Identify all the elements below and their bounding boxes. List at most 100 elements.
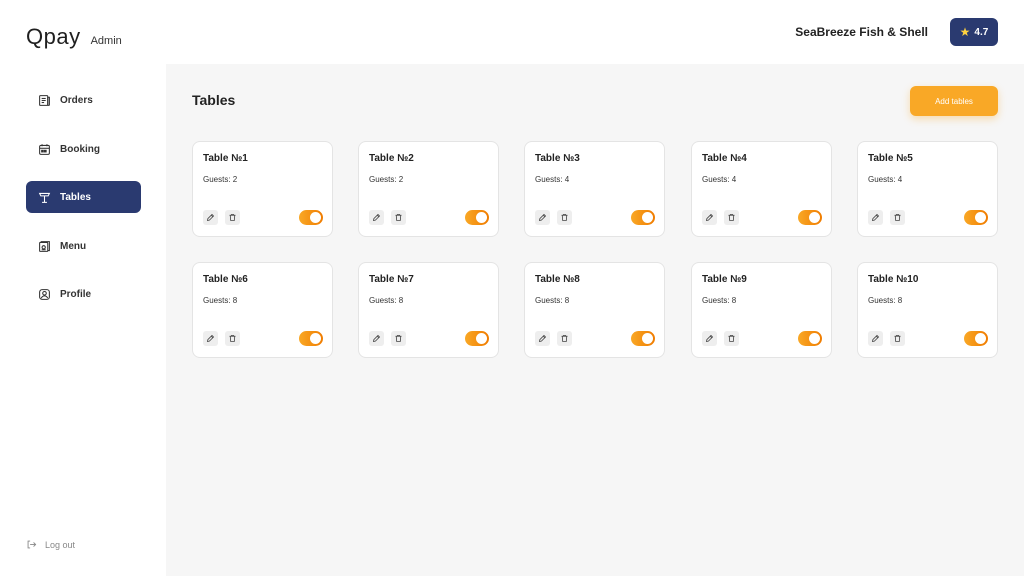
table-name: Table №5 [868,153,913,164]
table-name: Table №2 [369,153,414,164]
edit-button[interactable] [535,331,550,346]
table-toggle[interactable] [465,331,489,346]
rating-value: 4.7 [974,26,989,38]
logout-icon [27,540,37,549]
table-card[interactable]: Table №6 Guests: 8 [192,262,333,358]
trash-icon [561,214,568,221]
delete-button[interactable] [557,331,572,346]
sidebar-item-orders[interactable]: Orders [26,84,141,116]
table-guests: Guests: 8 [868,296,903,305]
delete-button[interactable] [724,210,739,225]
delete-button[interactable] [890,210,905,225]
delete-button[interactable] [391,210,406,225]
toggle-knob [642,212,653,223]
table-toggle[interactable] [465,210,489,225]
table-name: Table №9 [702,274,747,285]
pencil-icon [538,334,547,343]
trash-icon [229,335,236,342]
table-guests: Guests: 8 [203,296,238,305]
sidebar-item-menu[interactable]: Menu [26,230,141,262]
pencil-icon [705,334,714,343]
edit-button[interactable] [702,331,717,346]
table-guests: Guests: 2 [369,175,404,184]
toggle-knob [975,333,986,344]
logout-label: Log out [45,539,76,550]
table-toggle[interactable] [631,331,655,346]
table-card[interactable]: Table №8 Guests: 8 [524,262,665,358]
table-name: Table №10 [868,274,919,285]
trash-icon [395,214,402,221]
table-guests: Guests: 2 [203,175,238,184]
trash-icon [728,214,735,221]
table-guests: Guests: 4 [868,175,903,184]
edit-button[interactable] [203,210,218,225]
delete-button[interactable] [724,331,739,346]
edit-button[interactable] [369,331,384,346]
table-toggle[interactable] [631,210,655,225]
delete-button[interactable] [391,331,406,346]
edit-button[interactable] [203,331,218,346]
sidebar-item-tables[interactable]: Tables [26,181,141,213]
table-name: Table №7 [369,274,414,285]
delete-button[interactable] [225,331,240,346]
delete-button[interactable] [557,210,572,225]
table-name: Table №4 [702,153,747,164]
edit-button[interactable] [868,331,883,346]
add-tables-button[interactable]: Add tables [910,86,998,116]
table-card[interactable]: Table №2 Guests: 2 [358,141,499,237]
restaurant-name: SeaBreeze Fish & Shell [795,25,928,39]
sidebar-item-booking[interactable]: Booking [26,133,141,165]
table-toggle[interactable] [964,331,988,346]
toggle-knob [310,333,321,344]
pencil-icon [206,213,215,222]
table-toggle[interactable] [299,210,323,225]
sidebar: Orders Booking Tables Menu Profile Log o… [0,64,166,576]
edit-button[interactable] [369,210,384,225]
sidebar-item-label: Menu [60,240,87,252]
table-name: Table №8 [535,274,580,285]
table-card[interactable]: Table №4 Guests: 4 [691,141,832,237]
table-toggle[interactable] [299,331,323,346]
table-card[interactable]: Table №1 Guests: 2 [192,141,333,237]
edit-button[interactable] [535,210,550,225]
rating-badge[interactable]: ★ 4.7 [950,18,998,46]
sidebar-item-label: Profile [60,288,92,300]
table-guests: Guests: 8 [702,296,737,305]
table-card[interactable]: Table №10 Guests: 8 [857,262,998,358]
main-content: Tables Add tables Table №1 Guests: 2 Tab… [166,64,1024,576]
table-toggle[interactable] [964,210,988,225]
table-card[interactable]: Table №9 Guests: 8 [691,262,832,358]
table-guests: Guests: 4 [702,175,737,184]
edit-button[interactable] [702,210,717,225]
profile-icon [39,288,50,300]
edit-button[interactable] [868,210,883,225]
trash-icon [894,335,901,342]
table-card[interactable]: Table №7 Guests: 8 [358,262,499,358]
pencil-icon [538,213,547,222]
calendar-icon [39,143,50,155]
table-guests: Guests: 4 [535,175,570,184]
toggle-knob [476,212,487,223]
table-card[interactable]: Table №5 Guests: 4 [857,141,998,237]
delete-button[interactable] [890,331,905,346]
trash-icon [728,335,735,342]
table-card[interactable]: Table №3 Guests: 4 [524,141,665,237]
pencil-icon [871,334,880,343]
logo[interactable]: Qpay Admin [26,24,122,50]
toggle-knob [476,333,487,344]
trash-icon [894,214,901,221]
table-guests: Guests: 8 [369,296,404,305]
pencil-icon [871,213,880,222]
table-name: Table №6 [203,274,248,285]
delete-button[interactable] [225,210,240,225]
sidebar-item-profile[interactable]: Profile [26,278,141,310]
table-name: Table №3 [535,153,580,164]
table-toggle[interactable] [798,331,822,346]
table-icon [38,192,51,203]
table-toggle[interactable] [798,210,822,225]
toggle-knob [975,212,986,223]
logout-button[interactable]: Log out [26,539,75,550]
top-header: Qpay Admin SeaBreeze Fish & Shell ★ 4.7 [0,0,1024,64]
toggle-knob [642,333,653,344]
sidebar-item-label: Tables [60,191,91,203]
